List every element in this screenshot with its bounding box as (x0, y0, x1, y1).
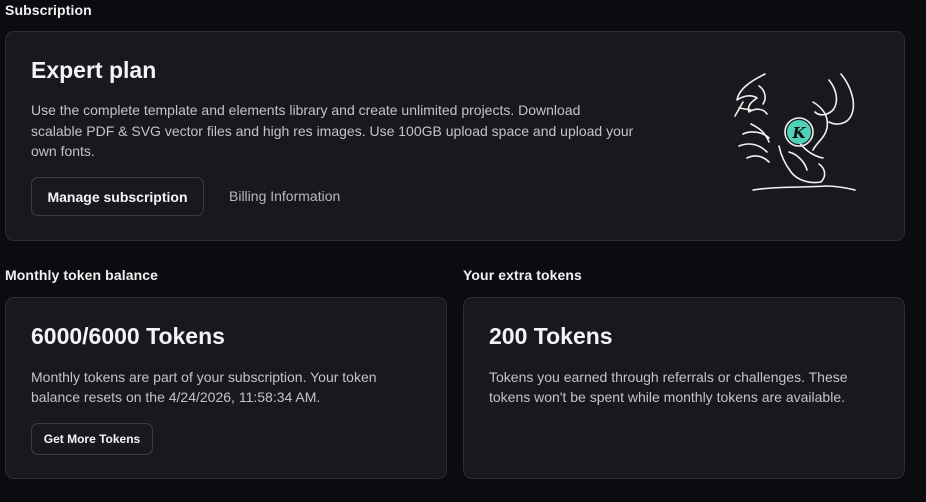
extra-token-description: Tokens you earned through referrals or c… (489, 368, 848, 407)
extra-token-card: 200 Tokens Tokens you earned through ref… (463, 297, 905, 479)
billing-information-button[interactable]: Billing Information (229, 188, 340, 204)
monthly-token-description: Monthly tokens are part of your subscrip… (31, 368, 377, 407)
extra-section-title: Your extra tokens (463, 267, 582, 283)
monthly-token-card: 6000/6000 Tokens Monthly tokens are part… (5, 297, 447, 479)
plan-description: Use the complete template and elements l… (31, 100, 671, 162)
extra-description-line: Tokens you earned through referrals or c… (489, 369, 848, 385)
monthly-token-amount: 6000/6000 Tokens (31, 323, 225, 349)
plan-description-line: scalable PDF & SVG vector files and high… (31, 122, 634, 139)
monthly-section-title: Monthly token balance (5, 267, 159, 283)
get-more-tokens-button[interactable]: Get More Tokens (31, 423, 153, 455)
manage-subscription-button[interactable]: Manage subscription (31, 177, 204, 216)
subscription-section-title: Subscription (5, 2, 92, 18)
expert-plan-illustration-icon: K (734, 73, 856, 191)
plan-description-line: Use the complete template and elements l… (31, 102, 581, 118)
plan-description-line: own fonts. (31, 143, 95, 159)
extra-description-line: tokens won't be spent while monthly toke… (489, 388, 845, 405)
monthly-description-line: balance resets on the 4/24/2026, 11:58:3… (31, 388, 321, 405)
extra-token-amount: 200 Tokens (489, 323, 613, 349)
badge-letter: K (791, 124, 806, 142)
monthly-description-line: Monthly tokens are part of your subscrip… (31, 369, 377, 385)
plan-title: Expert plan (31, 57, 157, 83)
